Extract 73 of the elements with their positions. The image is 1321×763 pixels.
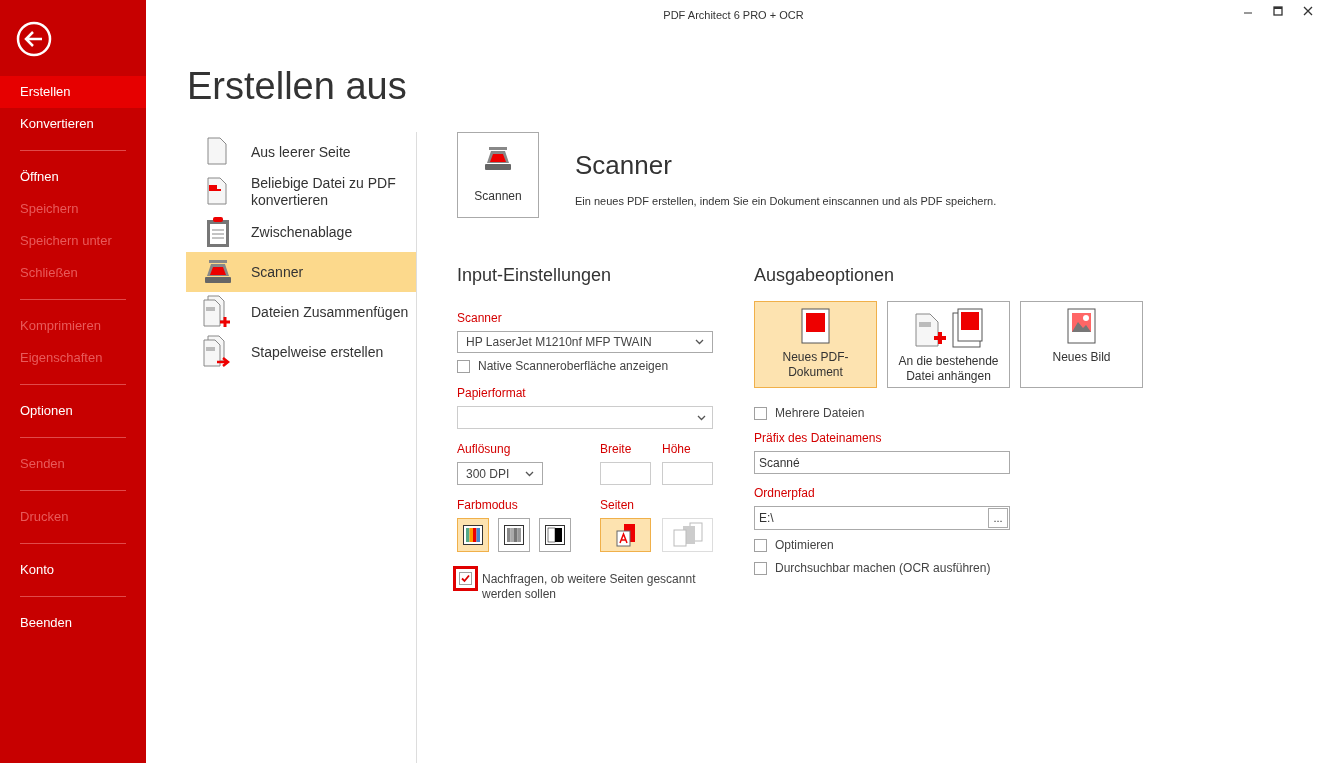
checkbox[interactable] [754,539,767,552]
field-label: Höhe [662,441,692,458]
section-heading: Input-Einstellungen [457,264,613,287]
field-label: Auflösung [457,441,512,458]
scanner-dropdown[interactable]: HP LaserJet M1210nf MFP TWAIN [457,331,713,353]
folder-path-input[interactable]: E:\ [759,509,774,527]
multi-page-icon [670,522,705,548]
clipboard-icon [206,216,230,248]
source-item[interactable]: Zwischenablage [186,212,416,252]
source-item[interactable]: Scanner [186,252,416,292]
color-mode-button[interactable] [539,518,571,552]
chevron-down-icon [525,470,534,477]
window-title: PDF Architect 6 PRO + OCR [663,7,804,23]
checkbox[interactable] [754,562,767,575]
sidebar-item[interactable]: Optionen [0,395,146,427]
blank-page-icon [206,137,230,167]
checkbox[interactable] [457,360,470,373]
source-item[interactable]: Stapelweise erstellen [186,332,416,372]
color-mode-button[interactable] [457,518,489,552]
checkbox-label: Optimieren [775,538,834,553]
section-title: Scanner [575,149,673,182]
prefix-input[interactable]: Scanné [754,451,1010,474]
section-heading: Ausgabeoptionen [754,264,896,287]
page-title: Erstellen aus [187,64,408,108]
chevron-down-icon [697,414,706,421]
paper-format-dropdown[interactable] [457,406,713,429]
sidebar-item[interactable]: Erstellen [0,76,146,108]
description-text: Ein neues PDF erstellen, indem Sie ein Dokument einscannen und als PDF speichern. [575,194,997,209]
pdf-document-icon [800,308,831,344]
maximize-icon[interactable] [1273,6,1283,16]
field-label: Papierformat [457,385,527,402]
append-pdf-icon [913,308,984,348]
image-file-icon [1066,308,1097,344]
source-item[interactable]: Aus leerer Seite [186,132,416,172]
merge-files-icon [203,295,233,329]
field-label: Scanner [457,310,503,327]
field-label: Farbmodus [457,497,519,514]
resolution-dropdown[interactable]: 300 DPI [457,462,543,485]
check-icon [461,574,470,583]
output-option-button[interactable]: Neues Bild [1020,301,1143,388]
source-item[interactable]: Dateien Zusammenfügen [186,292,416,332]
single-page-icon [613,523,638,547]
source-item[interactable]: Beliebige Datei zu PDF konvertieren [186,172,416,212]
checkbox[interactable] [459,572,472,585]
sidebar-item[interactable]: Öffnen [0,161,146,193]
close-icon[interactable] [1303,6,1313,16]
output-option-button[interactable]: An die bestehende Datei anhängen [887,301,1010,388]
checkbox-label: Nachfragen, ob weitere Seiten gescannt werden sollen [482,572,697,602]
checkbox[interactable] [754,407,767,420]
output-option-button[interactable]: Neues PDF-Dokument [754,301,877,388]
sidebar-item[interactable]: Konto [0,554,146,586]
sidebar-item[interactable]: Konvertieren [0,108,146,140]
height-input[interactable] [662,462,713,485]
field-label: Präfix des Dateinamens [754,430,883,447]
pdf-page-icon [206,177,230,207]
field-label: Breite [600,441,633,458]
field-label: Ordnerpfad [754,485,816,502]
field-label: Seiten [600,497,636,514]
checkbox-label: Native Scanneroberfläche anzeigen [478,359,669,374]
scanner-icon [204,258,232,286]
page-mode-button[interactable] [600,518,651,552]
contrast-mode-icon [545,525,565,545]
chevron-down-icon [695,339,704,345]
color-mode-button[interactable] [498,518,530,552]
width-input[interactable] [600,462,651,485]
color-mode-icon [463,525,483,545]
grayscale-mode-icon [504,525,524,545]
checkbox-label: Durchsuchbar machen (OCR ausführen) [775,561,991,576]
sidebar-item[interactable]: Beenden [0,607,146,639]
browse-button[interactable]: ... [988,508,1008,528]
scan-button[interactable]: Scannen [457,132,539,218]
scanner-icon [484,145,512,173]
checkbox-label: Mehrere Dateien [775,406,865,421]
